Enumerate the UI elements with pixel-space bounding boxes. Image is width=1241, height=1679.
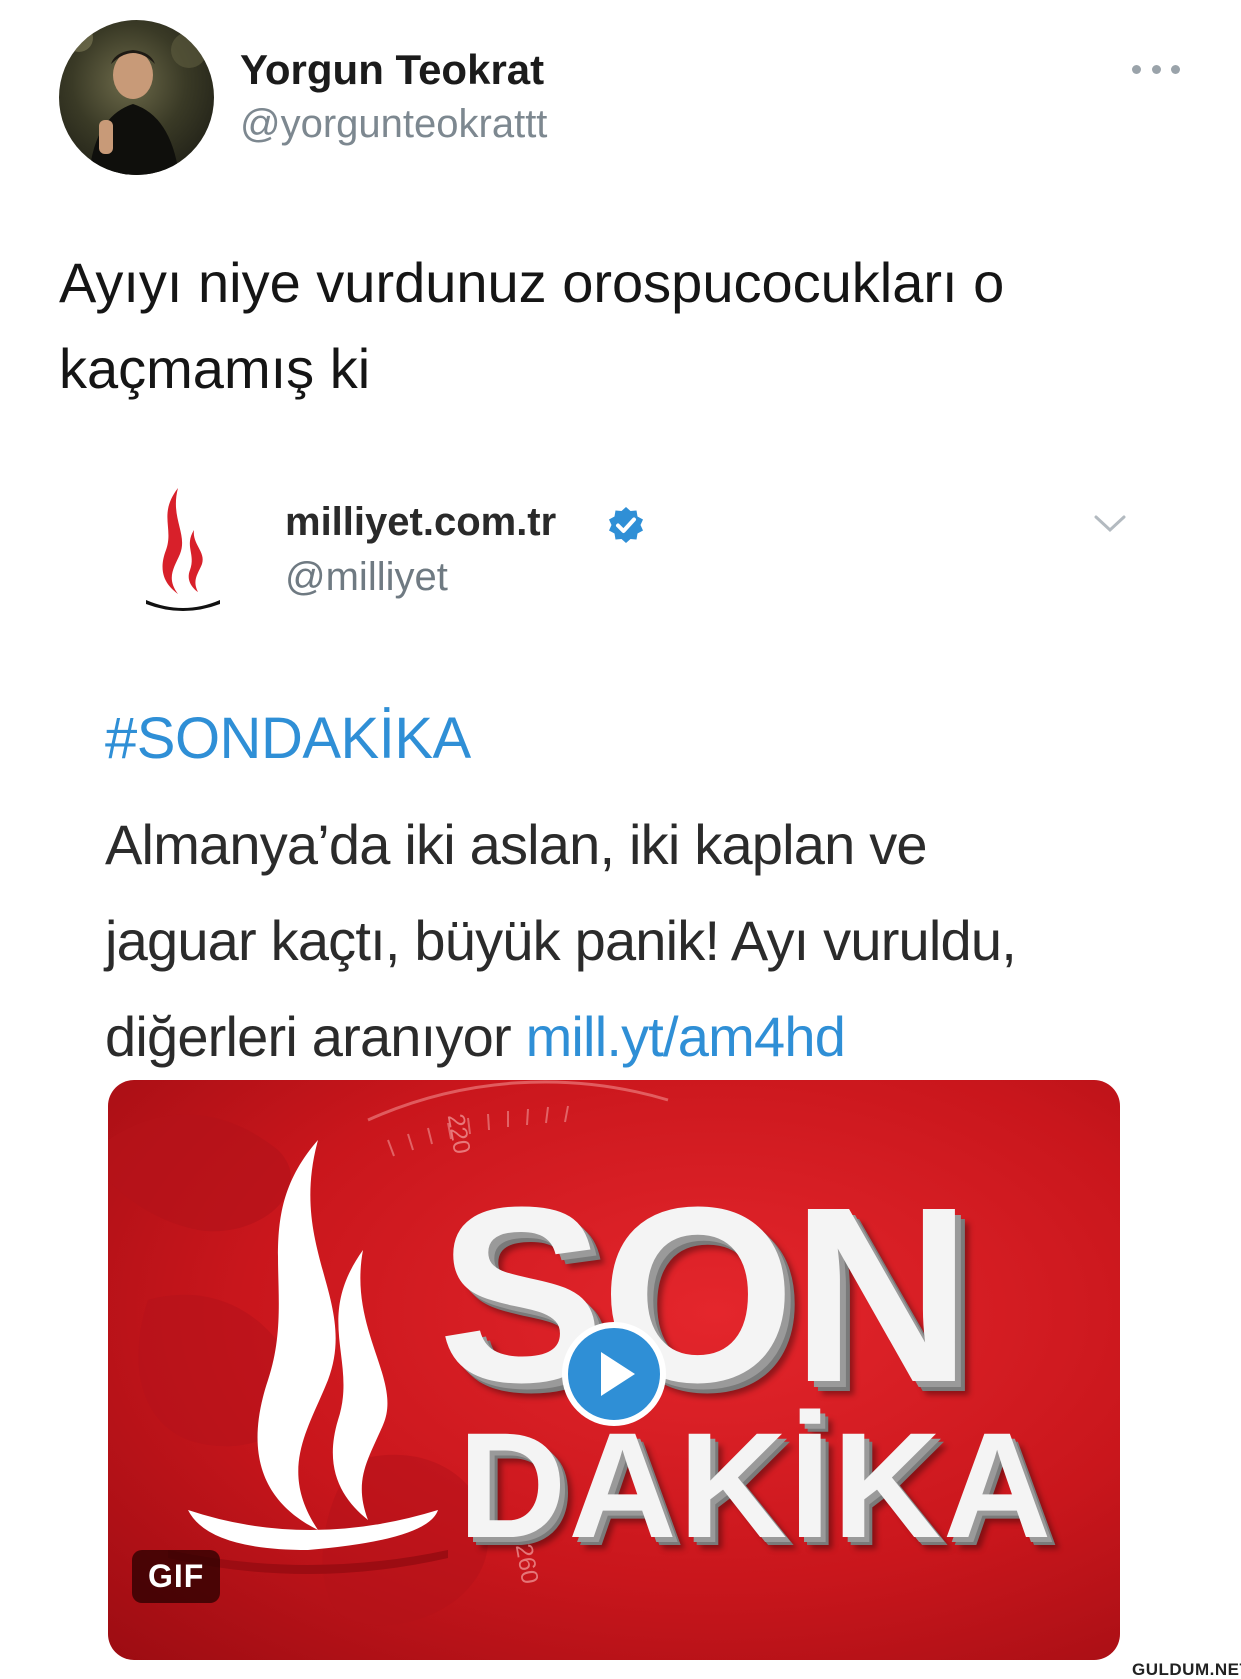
screenshot-page: Yorgun Teokrat @yorgunteokrattt Ayıyı ni… bbox=[0, 0, 1241, 1679]
quoted-text-line: Almanya’da iki aslan, iki kaplan ve bbox=[105, 813, 928, 876]
quoted-text-line: jaguar kaçtı, büyük panik! Ayı vuruldu, bbox=[105, 909, 1017, 972]
tweet-text-line: kaçmamış ki bbox=[59, 337, 371, 400]
quoted-author-handle[interactable]: @milliyet bbox=[285, 555, 448, 600]
media-headline-bottom: DAKİKA bbox=[458, 1401, 1054, 1569]
play-button[interactable] bbox=[562, 1322, 666, 1426]
short-link[interactable]: mill.yt/am4hd bbox=[526, 1005, 846, 1068]
dot-icon bbox=[1151, 64, 1161, 74]
media-headline-top: SON bbox=[438, 1155, 972, 1434]
tweet-text-line: Ayıyı niye vurdunuz orospucocukları o bbox=[59, 251, 1005, 314]
media-gif-card[interactable]: SON DAKİKA 220 260 GIF bbox=[108, 1080, 1120, 1660]
gif-badge: GIF bbox=[132, 1550, 221, 1603]
avatar-image bbox=[65, 24, 207, 175]
tweet-text: Ayıyı niye vurdunuz orospucocukları o ka… bbox=[59, 240, 1189, 412]
author-name[interactable]: Yorgun Teokrat bbox=[240, 46, 544, 94]
chevron-down-icon[interactable] bbox=[1093, 513, 1127, 535]
play-icon bbox=[601, 1352, 635, 1396]
more-horizontal-icon[interactable] bbox=[1132, 58, 1180, 80]
dot-icon bbox=[1171, 64, 1180, 74]
quoted-text-fragment: diğerleri aranıyor bbox=[105, 1005, 526, 1068]
dot-icon bbox=[1132, 64, 1141, 74]
avatar[interactable] bbox=[59, 20, 214, 175]
verified-icon bbox=[609, 507, 643, 543]
author-handle[interactable]: @yorgunteokrattt bbox=[240, 102, 547, 147]
watermark: GULDUM.NET bbox=[1132, 1660, 1241, 1679]
quoted-author-name[interactable]: milliyet.com.tr bbox=[285, 500, 556, 545]
quoted-tweet-text: Almanya’da iki aslan, iki kaplan ve jagu… bbox=[105, 797, 1165, 1085]
hashtag-link[interactable]: #SONDAKİKA bbox=[105, 705, 471, 772]
quoted-text-line: diğerleri aranıyor mill.yt/am4hd bbox=[105, 989, 1165, 1085]
milliyet-logo-icon[interactable] bbox=[144, 484, 222, 616]
